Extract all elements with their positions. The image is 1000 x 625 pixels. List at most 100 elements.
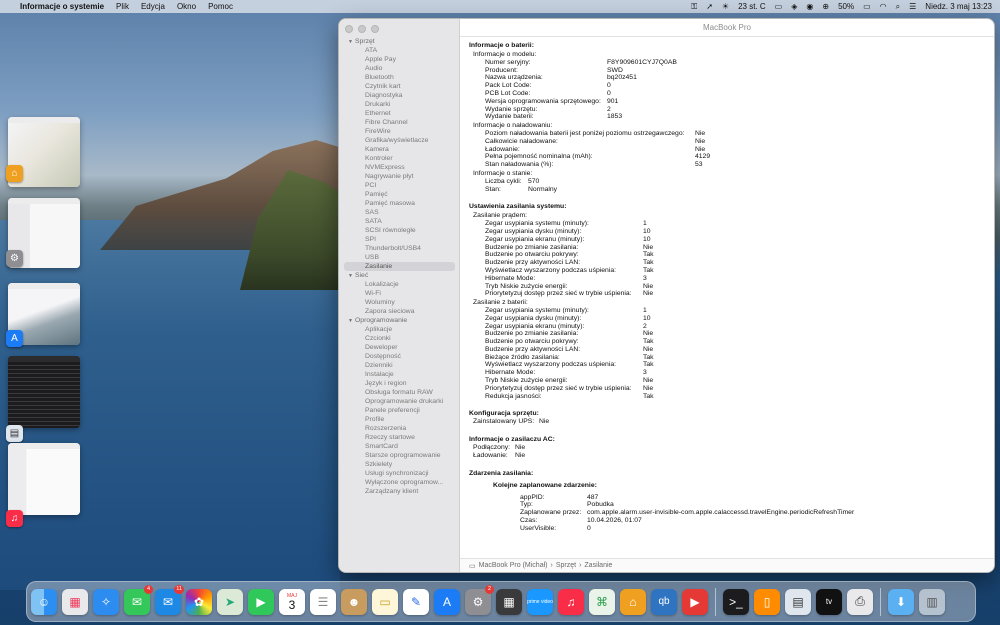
chevron-down-icon[interactable]: ▼ bbox=[348, 273, 355, 279]
sidebar-item[interactable]: Bluetooth bbox=[339, 73, 460, 82]
lock-icon[interactable]: ⚿ bbox=[691, 2, 697, 12]
safari-icon[interactable]: ✧ bbox=[93, 588, 119, 615]
download-icon[interactable]: ⊕ bbox=[822, 2, 829, 11]
sidebar-item[interactable]: Wyłączone oprogramow... bbox=[339, 478, 460, 487]
sidebar-item[interactable]: Pamięć masowa bbox=[339, 199, 460, 208]
sidebar-item[interactable]: Thunderbolt/USB4 bbox=[339, 244, 460, 253]
sidebar-item[interactable]: Panele preferencji bbox=[339, 406, 460, 415]
menu-pomoc[interactable]: Pomoc bbox=[208, 2, 233, 11]
prime-video-icon[interactable]: prime video bbox=[527, 588, 553, 615]
notes-icon[interactable]: ▭ bbox=[372, 588, 398, 615]
sidebar-item[interactable]: SPI bbox=[339, 235, 460, 244]
vpn-icon[interactable]: ◈ bbox=[791, 2, 797, 11]
wifi-icon[interactable]: ◠ bbox=[880, 2, 887, 11]
sidebar-item[interactable]: Starsze oprogramowanie bbox=[339, 451, 460, 460]
sidebar-item[interactable]: Dzienniki bbox=[339, 361, 460, 370]
rocket-icon[interactable]: ➚ bbox=[706, 2, 713, 11]
sidebar-item[interactable]: Zarządzany klient bbox=[339, 487, 460, 496]
path-power[interactable]: Zasilanie bbox=[584, 562, 612, 569]
spotlight-search-icon[interactable]: ⌕ bbox=[896, 2, 900, 12]
sidebar-item[interactable]: Deweloper bbox=[339, 343, 460, 352]
sidebar-item[interactable]: SAS bbox=[339, 208, 460, 217]
sidebar-item[interactable]: Ethernet bbox=[339, 109, 460, 118]
mail-icon[interactable]: ✉ 11 bbox=[155, 584, 184, 615]
path-device[interactable]: MacBook Pro (Michał) bbox=[479, 562, 548, 569]
freeform-icon[interactable]: ✎ bbox=[403, 588, 429, 615]
trash-icon[interactable]: ▥ bbox=[919, 588, 945, 615]
system-settings-dock-icon[interactable]: ⚙ 2 bbox=[465, 584, 494, 615]
finder-icon[interactable]: ☺ bbox=[31, 588, 57, 615]
preview-dock-icon[interactable]: ▤ bbox=[785, 588, 811, 615]
menu-okno[interactable]: Okno bbox=[177, 2, 196, 11]
music-app-icon[interactable]: ♫ bbox=[6, 510, 23, 527]
sidebar-item[interactable]: Apple Pay bbox=[339, 55, 460, 64]
sidebar-item[interactable]: Wi-Fi bbox=[339, 289, 460, 298]
path-hardware[interactable]: Sprzęt bbox=[556, 562, 576, 569]
stage-window-music[interactable] bbox=[8, 443, 80, 515]
sidebar-item[interactable]: Profile bbox=[339, 415, 460, 424]
zoom-button[interactable] bbox=[371, 25, 379, 33]
sidebar-item[interactable]: Szkielety bbox=[339, 460, 460, 469]
facetime-icon[interactable]: ▶ bbox=[248, 588, 274, 615]
sidebar-item[interactable]: SmartCard bbox=[339, 442, 460, 451]
sidebar-item[interactable]: Pamięć bbox=[339, 190, 460, 199]
app-store-dock-icon[interactable]: A bbox=[434, 588, 460, 615]
menu-datetime[interactable]: Niedz. 3 maj 13:23 bbox=[925, 2, 992, 11]
sidebar-item[interactable]: Kamera bbox=[339, 145, 460, 154]
sidebar-item[interactable]: ATA bbox=[339, 46, 460, 55]
sidebar-item[interactable]: PCI bbox=[339, 181, 460, 190]
wallet-icon[interactable]: ▭ bbox=[775, 2, 783, 11]
sidebar-group[interactable]: ▼ Sprzęt bbox=[339, 37, 460, 46]
sharepoint-icon[interactable]: ⌘ bbox=[589, 588, 615, 615]
sidebar-item[interactable]: Obsługa formatu RAW bbox=[339, 388, 460, 397]
sidebar-item[interactable]: Czytnik kart bbox=[339, 82, 460, 91]
downloads-folder-icon[interactable]: ⬇ bbox=[888, 588, 914, 615]
sidebar-item[interactable]: Grafika/wyświetlacze bbox=[339, 136, 460, 145]
music-dock-icon[interactable]: ♫ bbox=[558, 588, 584, 615]
apple-tv-icon[interactable]: tv bbox=[816, 588, 842, 615]
sidebar-item[interactable]: Rozszerzenia bbox=[339, 424, 460, 433]
sidebar-item[interactable]: Rzeczy startowe bbox=[339, 433, 460, 442]
books-icon[interactable]: ▯ bbox=[754, 588, 780, 615]
sidebar-item[interactable]: Kontroler bbox=[339, 154, 460, 163]
app-store-icon[interactable]: A bbox=[6, 330, 23, 347]
messages-icon[interactable]: ✉ 4 bbox=[124, 584, 153, 615]
account-icon[interactable]: ◉ bbox=[806, 2, 813, 11]
sidebar-item[interactable]: Dostępność bbox=[339, 352, 460, 361]
sidebar-item[interactable]: Lokalizacje bbox=[339, 280, 460, 289]
sidebar-item[interactable]: Drukarki bbox=[339, 100, 460, 109]
minimize-button[interactable] bbox=[358, 25, 366, 33]
calendar-icon[interactable]: MAJ 3 bbox=[279, 588, 305, 615]
home-app-icon[interactable]: ⌂ bbox=[6, 165, 23, 182]
sidebar-item[interactable]: Audio bbox=[339, 64, 460, 73]
control-center-icon[interactable]: ☰ bbox=[909, 2, 916, 11]
app-menu[interactable]: Informacje o systemie bbox=[20, 2, 104, 11]
launchpad-icon[interactable]: ▦ bbox=[62, 588, 88, 615]
menu-plik[interactable]: Plik bbox=[116, 2, 129, 11]
home-dock-icon[interactable]: ⌂ bbox=[620, 588, 646, 615]
sidebar-item[interactable]: USB bbox=[339, 253, 460, 262]
chevron-down-icon[interactable]: ▼ bbox=[348, 39, 355, 45]
sidebar-item[interactable]: Aplikacje bbox=[339, 325, 460, 334]
sidebar-item[interactable]: Język i region bbox=[339, 379, 460, 388]
detail-pane[interactable]: Informacje o baterii: Informacje o modelu… bbox=[469, 41, 988, 556]
sidebar-item[interactable]: SATA bbox=[339, 217, 460, 226]
chevron-down-icon[interactable]: ▼ bbox=[348, 318, 355, 324]
menu-edycja[interactable]: Edycja bbox=[141, 2, 165, 11]
qbittorrent-icon[interactable]: qb bbox=[651, 588, 677, 615]
sidebar-item[interactable]: SCSI równoległe bbox=[339, 226, 460, 235]
sidebar-item[interactable]: Diagnostyka bbox=[339, 91, 460, 100]
sidebar-group[interactable]: ▼ Oprogramowanie bbox=[339, 316, 460, 325]
photos-icon[interactable]: ✿ bbox=[186, 588, 212, 615]
sidebar-item[interactable]: Instalacje bbox=[339, 370, 460, 379]
sidebar-item[interactable]: FireWire bbox=[339, 127, 460, 136]
sidebar-item[interactable]: Nagrywanie płyt bbox=[339, 172, 460, 181]
sidebar-item[interactable]: Oprogramowanie drukarki bbox=[339, 397, 460, 406]
youtube-music-icon[interactable]: ▶ bbox=[682, 588, 708, 615]
maps-icon[interactable]: ➤ bbox=[217, 588, 243, 615]
terminal-icon[interactable]: >_ bbox=[723, 588, 749, 615]
sidebar-group[interactable]: ▼ Sieć bbox=[339, 271, 460, 280]
sidebar-item[interactable]: Woluminy bbox=[339, 298, 460, 307]
sidebar-item[interactable]: NVMExpress bbox=[339, 163, 460, 172]
reminders-icon[interactable]: ☰ bbox=[310, 588, 336, 615]
